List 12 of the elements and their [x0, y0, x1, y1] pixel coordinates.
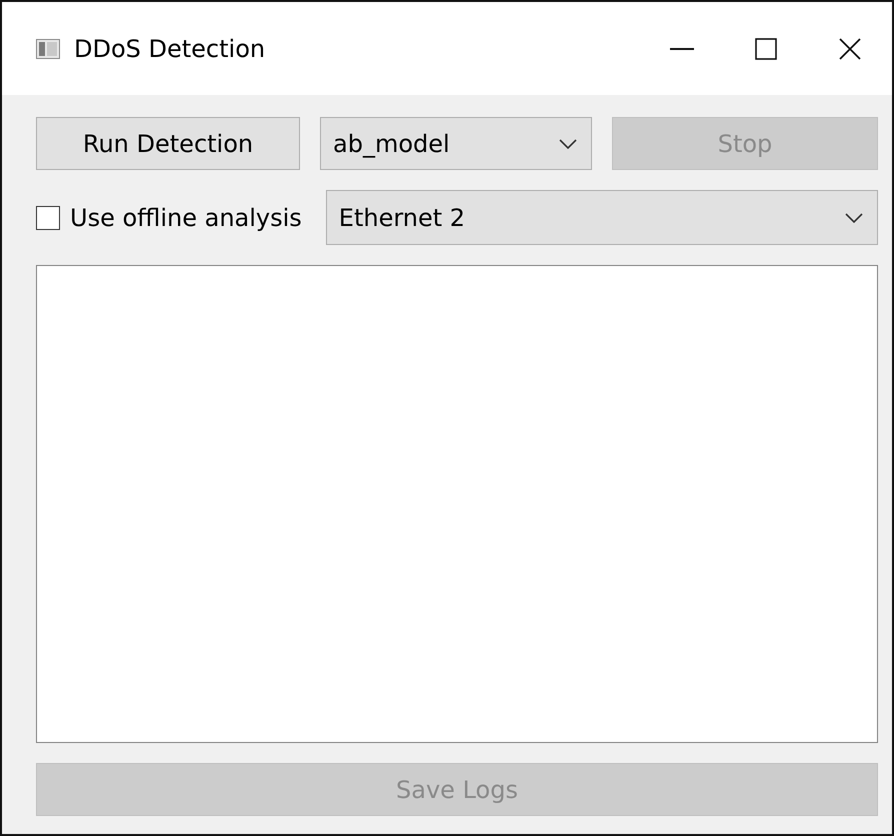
maximize-icon[interactable] — [755, 38, 777, 60]
minimize-icon[interactable] — [670, 48, 694, 50]
checkbox[interactable] — [36, 206, 60, 230]
window-title: DDoS Detection — [74, 34, 266, 62]
close-icon[interactable] — [839, 38, 861, 60]
app-icon — [36, 38, 60, 58]
chevron-down-icon — [559, 138, 577, 148]
checkbox-label: Use offline analysis — [70, 204, 302, 232]
interface-dropdown[interactable]: Ethernet 2 — [326, 190, 878, 245]
chevron-down-icon — [845, 212, 863, 222]
run-detection-button[interactable]: Run Detection — [36, 117, 300, 170]
model-dropdown[interactable]: ab_model — [320, 117, 592, 170]
